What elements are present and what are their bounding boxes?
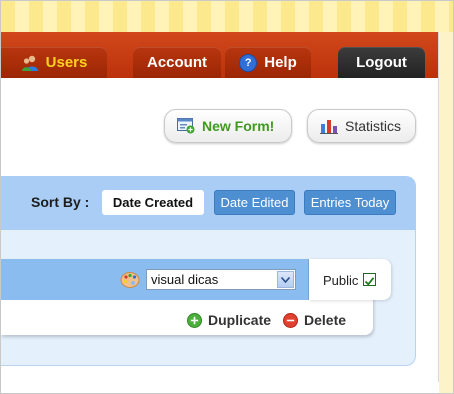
theme-select-value: visual dicas bbox=[151, 272, 219, 287]
chevron-down-icon[interactable] bbox=[277, 271, 294, 288]
logout-label: Logout bbox=[356, 54, 407, 71]
app-window: Users Account ? Help Logout New Form! St… bbox=[0, 0, 454, 394]
minus-circle-icon bbox=[283, 312, 298, 328]
bar-chart-icon bbox=[320, 118, 338, 134]
public-checkbox[interactable] bbox=[363, 273, 376, 286]
sort-date-edited[interactable]: Date Edited bbox=[214, 190, 295, 215]
theme-select[interactable]: visual dicas bbox=[146, 269, 296, 290]
new-form-icon bbox=[177, 118, 195, 134]
statistics-label: Statistics bbox=[345, 118, 402, 134]
header-stripes bbox=[1, 1, 453, 35]
users-icon bbox=[21, 54, 39, 72]
delete-button[interactable]: Delete bbox=[283, 312, 346, 328]
delete-label: Delete bbox=[304, 312, 347, 328]
duplicate-button[interactable]: Duplicate bbox=[187, 312, 271, 328]
tab-help-label: Help bbox=[264, 54, 297, 71]
tab-account[interactable]: Account bbox=[133, 47, 221, 78]
palette-icon bbox=[120, 271, 140, 294]
content-right-border bbox=[438, 32, 439, 382]
new-form-label: New Form! bbox=[202, 118, 275, 134]
sort-date-created[interactable]: Date Created bbox=[102, 190, 204, 215]
sort-by-label: Sort By : bbox=[31, 194, 90, 210]
tab-users-label: Users bbox=[45, 54, 88, 71]
plus-circle-icon bbox=[187, 312, 202, 328]
checkmark-icon bbox=[364, 277, 375, 286]
tab-account-label: Account bbox=[147, 54, 207, 71]
statistics-button[interactable]: Statistics bbox=[307, 109, 416, 143]
duplicate-label: Duplicate bbox=[208, 312, 272, 328]
help-icon-glyph: ? bbox=[239, 53, 258, 72]
right-background-strip bbox=[439, 32, 453, 393]
new-form-button[interactable]: New Form! bbox=[164, 109, 292, 143]
logout-button[interactable]: Logout bbox=[338, 47, 425, 78]
tab-users[interactable]: Users bbox=[1, 47, 107, 78]
tab-help[interactable]: ? Help bbox=[225, 47, 311, 78]
sort-entries-today[interactable]: Entries Today bbox=[304, 190, 396, 215]
top-navigation-bar: Users Account ? Help Logout bbox=[1, 32, 439, 78]
public-label: Public bbox=[323, 273, 359, 288]
help-icon: ? bbox=[239, 53, 258, 72]
